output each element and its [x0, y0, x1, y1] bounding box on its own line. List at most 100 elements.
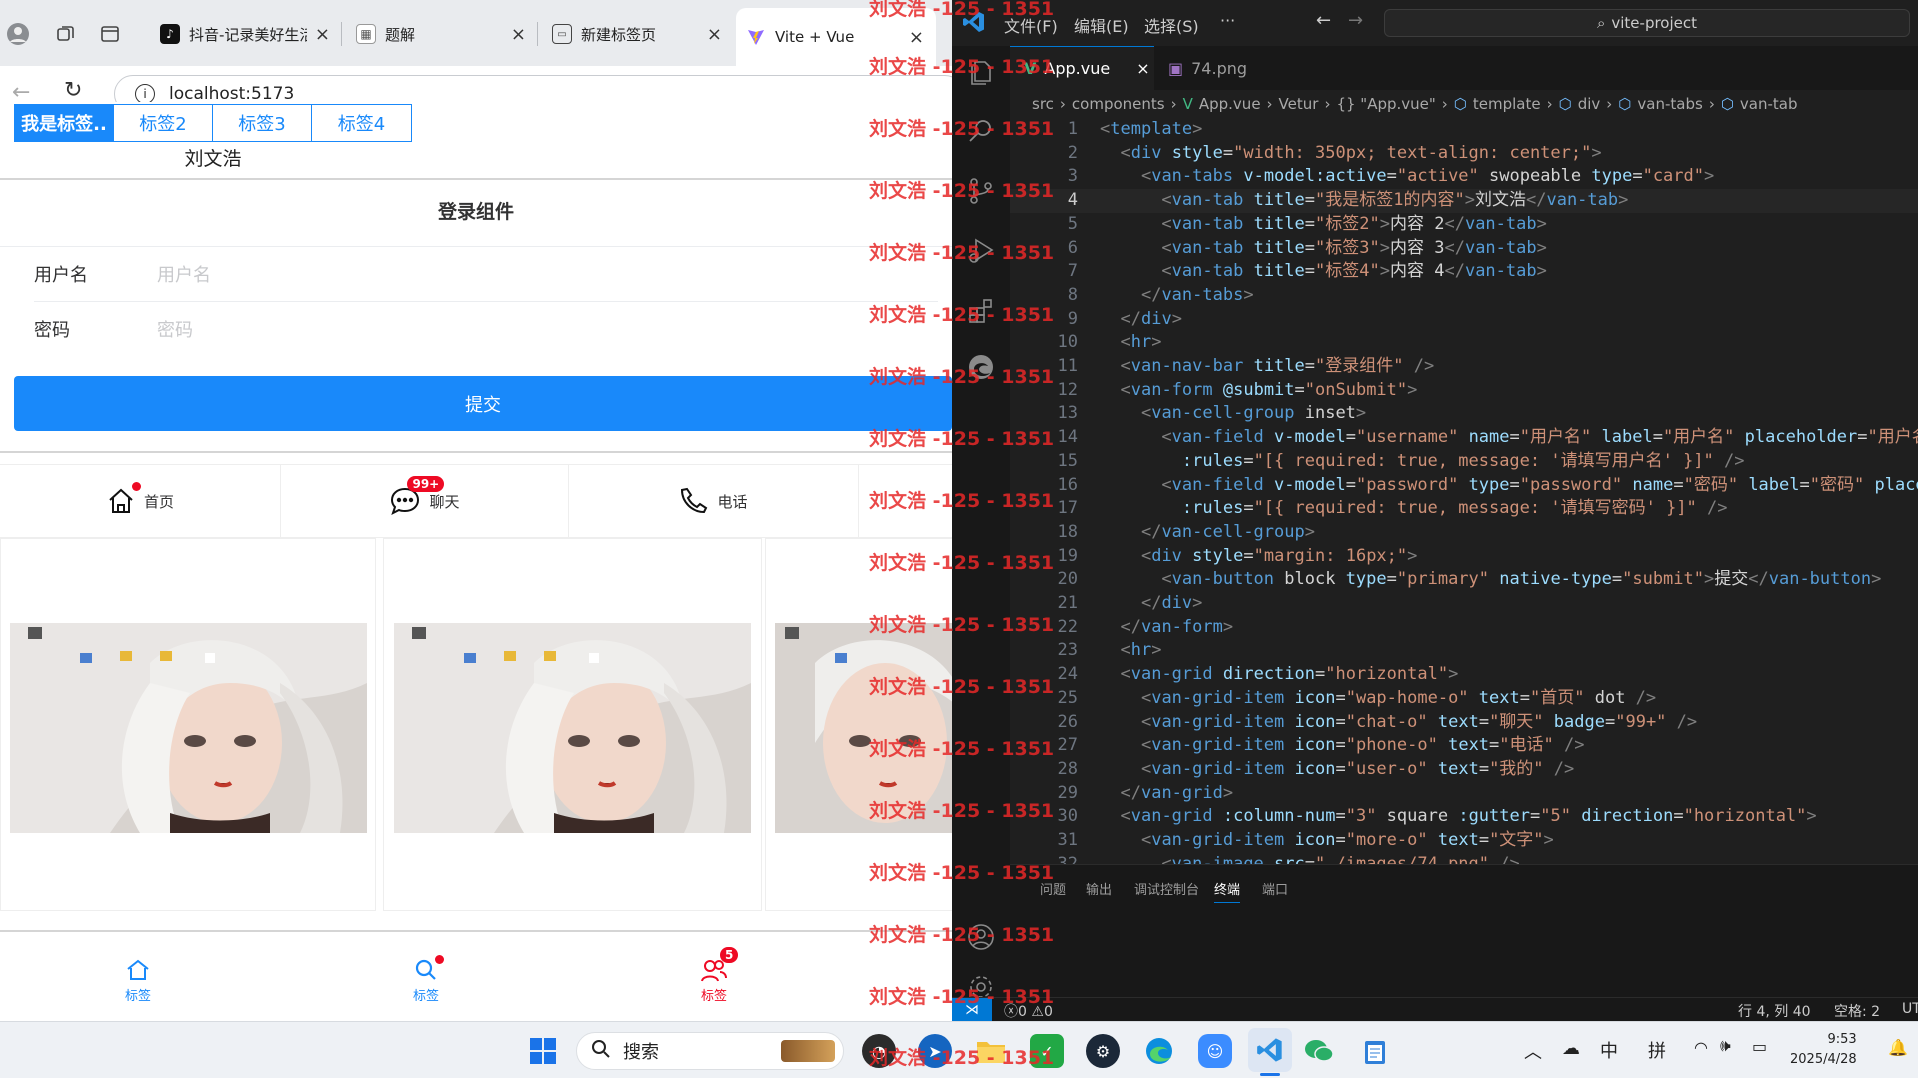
indentation[interactable]: 空格: 2	[1834, 1001, 1880, 1021]
code-line[interactable]: 24 <van-grid direction="horizontal">	[1010, 663, 1918, 687]
code-line[interactable]: 32 <van-image src="./images/74.png" />	[1010, 853, 1918, 864]
source-control-icon[interactable]	[966, 176, 996, 206]
menu-more[interactable]: ···	[1220, 11, 1235, 30]
problems-indicator[interactable]: ⓧ0 ⚠0	[1004, 1001, 1053, 1021]
code-line[interactable]: 12 <van-form @submit="onSubmit">	[1010, 379, 1918, 403]
grid-item-phone[interactable]: 电话	[569, 464, 859, 538]
panel-tab-terminal[interactable]: 终端	[1214, 879, 1241, 903]
steam-icon[interactable]: ⚙	[1086, 1034, 1120, 1068]
code-line[interactable]: 11 <van-nav-bar title="登录组件" />	[1010, 355, 1918, 379]
code-line[interactable]: 15 :rules="[{ required: true, message: '…	[1010, 450, 1918, 474]
code-line[interactable]: 25 <van-grid-item icon="wap-home-o" text…	[1010, 687, 1918, 711]
chevron-up-icon[interactable]: ︿	[1524, 1038, 1542, 1064]
breadcrumb-item[interactable]: div	[1578, 95, 1601, 113]
edge-browser-icon[interactable]	[1142, 1034, 1176, 1068]
close-icon[interactable]: ×	[707, 24, 722, 45]
wechat-icon[interactable]	[1302, 1034, 1336, 1068]
code-line[interactable]: 10 <hr>	[1010, 331, 1918, 355]
close-icon[interactable]: ×	[315, 24, 330, 45]
van-tab-4[interactable]: 标签4	[311, 104, 412, 142]
van-tab-3[interactable]: 标签3	[212, 104, 312, 142]
grid-item-chat[interactable]: 99+ 聊天	[281, 464, 569, 538]
breadcrumb-item[interactable]: src	[1032, 95, 1054, 113]
image-grid-item[interactable]	[0, 538, 376, 911]
close-icon[interactable]: ×	[511, 24, 526, 45]
breadcrumb-item[interactable]: components	[1072, 95, 1165, 113]
username-field[interactable]: 用户名 用户名	[0, 247, 952, 301]
code-line[interactable]: 9 </div>	[1010, 308, 1918, 332]
command-center-search[interactable]: ⌕ vite-project	[1384, 9, 1910, 37]
van-tab-2[interactable]: 标签2	[113, 104, 213, 142]
battery-icon[interactable]: ▭	[1752, 1037, 1767, 1056]
onedrive-icon[interactable]: ☁	[1562, 1038, 1580, 1059]
back-icon[interactable]: ←	[1316, 10, 1331, 31]
editor-tab-app-vue[interactable]: V App.vue ×	[1010, 46, 1154, 90]
run-debug-icon[interactable]	[966, 236, 996, 266]
browser-tab-newtab[interactable]: ▭ 新建标签页 ×	[542, 14, 734, 54]
breadcrumb-item[interactable]: van-tab	[1740, 95, 1798, 113]
editor-tab-74-png[interactable]: ▣ 74.png	[1154, 46, 1278, 90]
tabbar-item-home[interactable]: 标签	[98, 957, 178, 1017]
image-grid-item[interactable]	[383, 538, 762, 911]
breadcrumb-item[interactable]: template	[1473, 95, 1541, 113]
remote-icon[interactable]: ⋊	[952, 998, 992, 1021]
username-input[interactable]: 用户名	[157, 261, 211, 287]
code-line[interactable]: 23 <hr>	[1010, 639, 1918, 663]
tabbar-item-friends[interactable]: 5 标签	[674, 947, 754, 1017]
windows-start-icon[interactable]	[526, 1034, 560, 1068]
ime-mode[interactable]: 中	[1600, 1037, 1618, 1063]
browser-tab-douyin[interactable]: ♪ 抖音-记录美好生活 ×	[150, 14, 342, 54]
code-line[interactable]: 30 <van-grid :column-num="3" square :gut…	[1010, 805, 1918, 829]
browser-tab-solution[interactable]: ▦ 题解 ×	[346, 14, 538, 54]
search-icon[interactable]	[966, 116, 996, 146]
ime-pinyin[interactable]: 拼	[1648, 1037, 1666, 1063]
browser-tab-vite[interactable]: Vite + Vue ×	[736, 8, 936, 66]
breadcrumb-item[interactable]: App.vue	[1199, 95, 1261, 113]
code-line[interactable]: 27 <van-grid-item icon="phone-o" text="电…	[1010, 734, 1918, 758]
app-icon-ghost[interactable]: ◔	[862, 1034, 896, 1068]
submit-button[interactable]: 提交	[14, 376, 952, 431]
code-line[interactable]: 6 <van-tab title="标签3">内容 3</van-tab>	[1010, 237, 1918, 261]
code-line[interactable]: 17 :rules="[{ required: true, message: '…	[1010, 497, 1918, 521]
chat-app-icon[interactable]: ☺	[1198, 1034, 1232, 1068]
password-input[interactable]: 密码	[157, 316, 193, 342]
edge-devtools-icon[interactable]	[966, 352, 996, 382]
breadcrumb-item[interactable]: van-tabs	[1637, 95, 1702, 113]
notification-bell-icon[interactable]: 🔔	[1888, 1038, 1908, 1057]
grid-item-home[interactable]: 首页	[0, 464, 281, 538]
vscode-taskbar-icon[interactable]	[1248, 1028, 1292, 1076]
code-editor[interactable]: 1 <template> 2 <div style="width: 350px; t…	[1010, 118, 1918, 864]
extensions-icon[interactable]	[966, 296, 996, 326]
menu-edit[interactable]: 编辑(E)	[1074, 13, 1129, 37]
panel-tab-output[interactable]: 输出	[1086, 879, 1112, 898]
code-line[interactable]: 20 <van-button block type="primary" nati…	[1010, 568, 1918, 592]
menu-file[interactable]: 文件(F)	[1004, 13, 1058, 37]
panel-tab-problems[interactable]: 问题	[1040, 879, 1066, 898]
code-line[interactable]: 7 <van-tab title="标签4">内容 4</van-tab>	[1010, 260, 1918, 284]
cursor-position[interactable]: 行 4, 列 40	[1738, 1001, 1811, 1021]
code-line[interactable]: 2 <div style="width: 350px; text-align: …	[1010, 142, 1918, 166]
code-line[interactable]: 31 <van-grid-item icon="more-o" text="文字…	[1010, 829, 1918, 853]
password-field[interactable]: 密码 密码	[0, 302, 952, 356]
breadcrumb-item[interactable]: Vetur	[1279, 95, 1319, 113]
van-tab-1[interactable]: 我是标签..	[14, 104, 114, 142]
code-line[interactable]: 3 <van-tabs v-model:active="active" swop…	[1010, 165, 1918, 189]
app-icon-green[interactable]: ✓	[1030, 1034, 1064, 1068]
code-line[interactable]: 22 </van-form>	[1010, 616, 1918, 640]
forward-icon[interactable]: →	[1348, 10, 1363, 31]
explorer-icon[interactable]	[966, 58, 996, 88]
close-icon[interactable]: ×	[909, 27, 924, 48]
image-grid-item[interactable]	[765, 538, 952, 911]
breadcrumb-item[interactable]: {} "App.vue"	[1336, 95, 1435, 113]
profile-avatar[interactable]	[2, 18, 34, 50]
workspaces-icon[interactable]	[50, 18, 82, 50]
info-icon[interactable]: i	[135, 84, 155, 104]
code-line[interactable]: 18 </van-cell-group>	[1010, 521, 1918, 545]
code-line[interactable]: 16 <van-field v-model="password" type="p…	[1010, 474, 1918, 498]
code-line[interactable]: 4 <van-tab title="我是标签1的内容">刘文浩</van-tab…	[1010, 189, 1918, 213]
code-line[interactable]: 26 <van-grid-item icon="chat-o" text="聊天…	[1010, 711, 1918, 735]
close-icon[interactable]: ×	[1136, 59, 1149, 78]
vertical-tabs-icon[interactable]	[94, 18, 126, 50]
code-line[interactable]: 21 </div>	[1010, 592, 1918, 616]
notepad-icon[interactable]	[1358, 1034, 1392, 1068]
